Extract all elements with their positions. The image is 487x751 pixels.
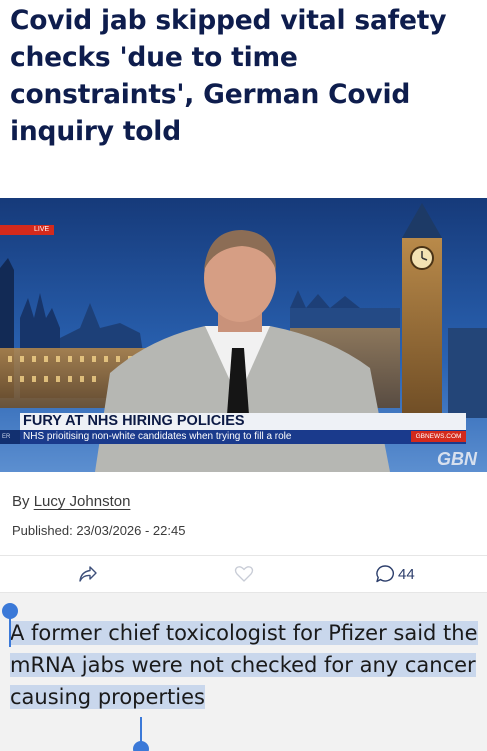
like-button[interactable] <box>234 556 254 592</box>
comment-icon <box>376 565 394 583</box>
selection-handle-end[interactable] <box>133 741 149 751</box>
video-player[interactable]: LIVE ER FURY AT NHS HIRING POLICIES NHS … <box>0 198 487 472</box>
comments-button[interactable]: 44 <box>375 556 415 592</box>
live-badge: LIVE <box>0 225 54 235</box>
article-actions-bar: 44 <box>0 556 487 592</box>
share-button[interactable] <box>78 556 98 592</box>
selection-handle-start[interactable] <box>2 603 18 619</box>
selected-text-highlight: A former chief toxicologist for Pfizer s… <box>10 621 478 709</box>
news-lower-third: ER FURY AT NHS HIRING POLICIES NHS prioi… <box>0 413 487 447</box>
lower-third-title: FURY AT NHS HIRING POLICIES <box>20 413 466 430</box>
lower-third-subtitle: NHS prioitising non-white candidates whe… <box>20 430 466 444</box>
published-date: Published: 23/03/2026 - 22:45 <box>12 523 186 538</box>
gbn-logo: GBN <box>437 449 477 469</box>
byline-prefix: By <box>12 493 30 510</box>
lower-third-left-tab: ER <box>0 430 20 444</box>
article-headline: Covid jab skipped vital safety checks 'd… <box>10 5 447 147</box>
byline: By Lucy Johnston <box>12 493 130 510</box>
selection-caret-start <box>9 617 11 647</box>
share-icon <box>79 566 97 582</box>
author-link[interactable]: Lucy Johnston <box>34 493 131 510</box>
lower-third-site: GBNEWS.COM <box>411 431 466 442</box>
comment-count: 44 <box>398 565 415 583</box>
heart-icon <box>234 566 254 582</box>
selected-text[interactable]: A former chief toxicologist for Pfizer s… <box>10 617 478 713</box>
